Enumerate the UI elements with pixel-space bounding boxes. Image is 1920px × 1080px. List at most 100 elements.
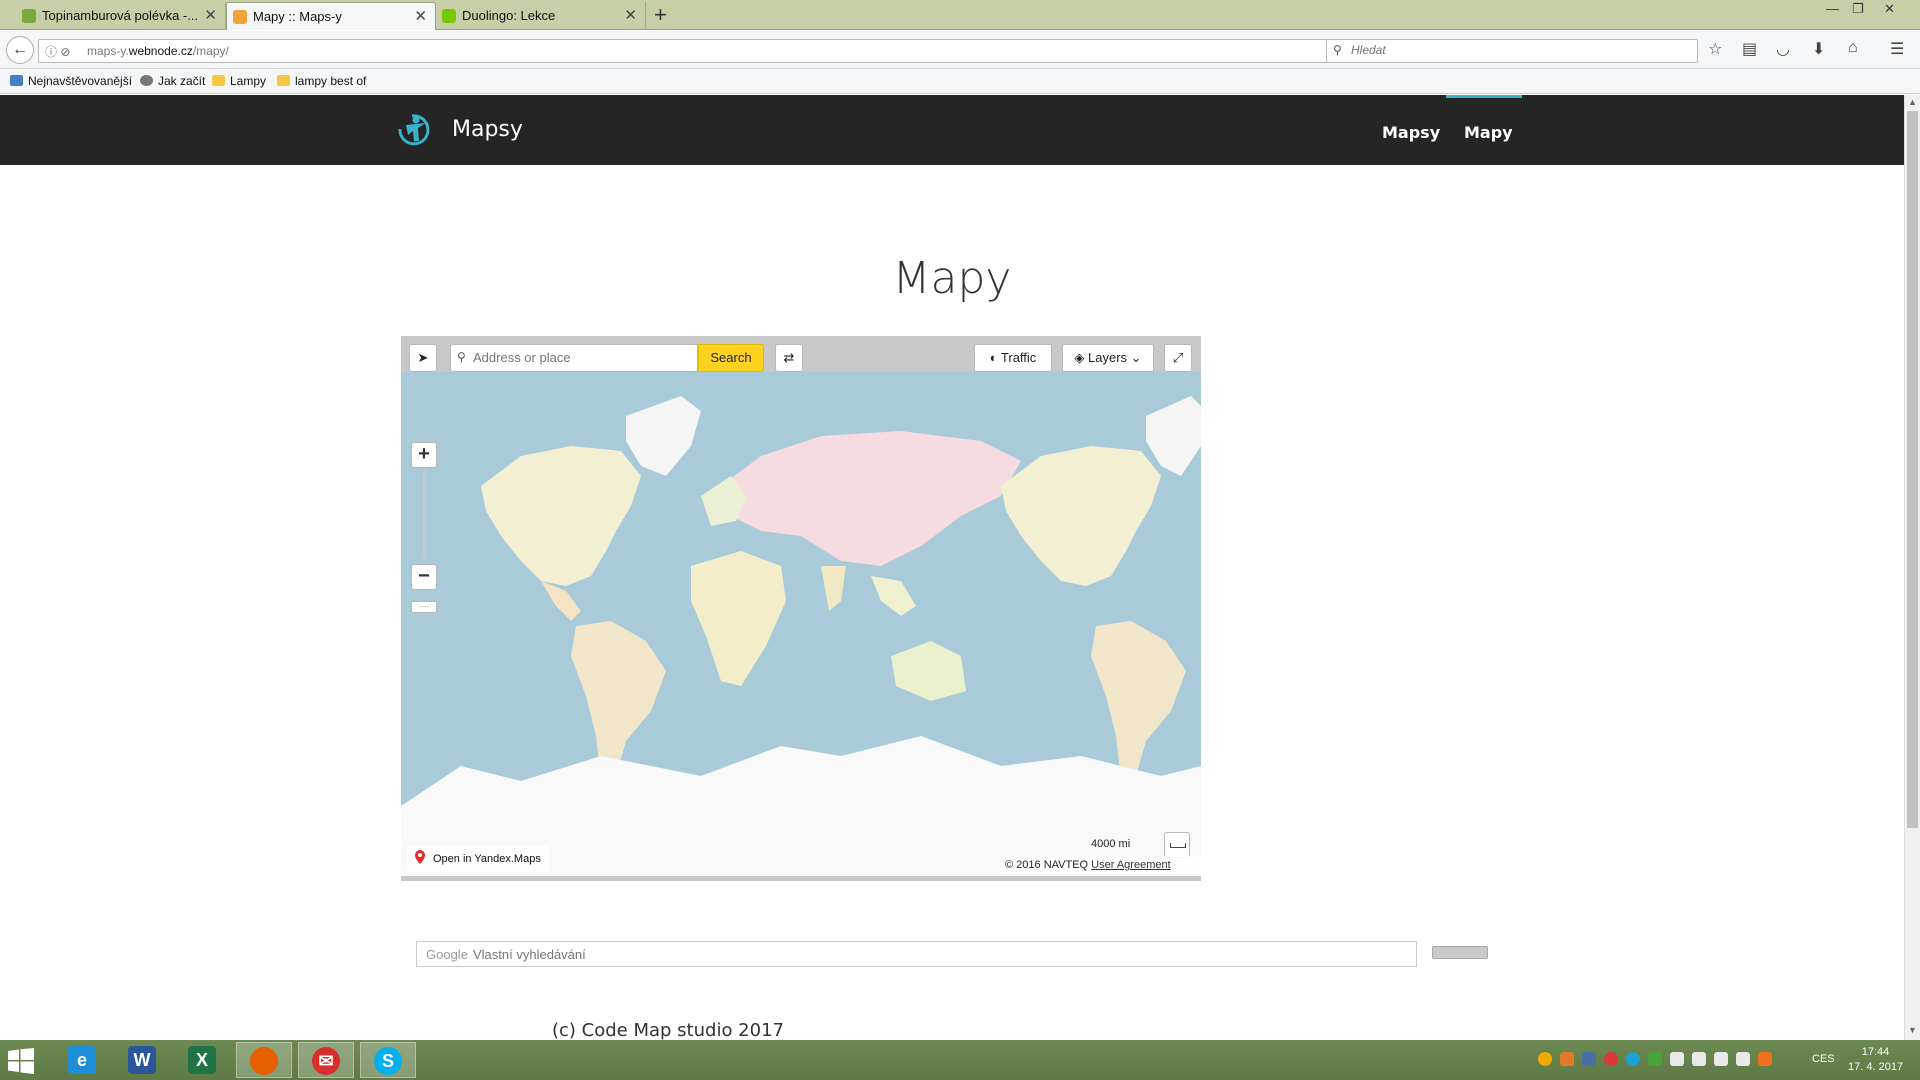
firefox-icon — [250, 1047, 278, 1075]
user-agreement-link[interactable]: User Agreement — [1091, 859, 1170, 871]
bookmark-item[interactable]: Nejnavštěvovanější — [10, 74, 132, 88]
zoom-ruler-button[interactable]: ···· — [411, 601, 437, 613]
custom-search-box[interactable]: Google — [416, 941, 1417, 967]
tray-arrow-icon[interactable] — [1560, 1052, 1574, 1066]
zoom-slider[interactable] — [423, 469, 426, 559]
browser-search-bar[interactable]: ⚲ — [1326, 39, 1698, 63]
internet-explorer-icon: e — [68, 1046, 96, 1074]
scroll-up-icon[interactable]: ▲ — [1908, 97, 1917, 107]
tray-battery-icon[interactable] — [1692, 1052, 1706, 1066]
tray-antivirus-icon[interactable] — [1604, 1052, 1618, 1066]
close-icon[interactable]: ✕ — [204, 2, 217, 30]
expand-icon: ⤢ — [1172, 350, 1184, 365]
windows-taskbar: e W X ✉ S CES 17:44 17. 4. 2017 — [0, 1040, 1920, 1080]
restore-icon[interactable]: ❐ — [1852, 0, 1864, 18]
layers-button[interactable]: ◈ Layers ⌄ — [1062, 344, 1154, 372]
bookmark-item[interactable]: Jak začít — [140, 74, 205, 88]
scroll-down-icon[interactable]: ▼ — [1908, 1025, 1917, 1035]
taskbar-app-excel[interactable]: X — [174, 1042, 230, 1078]
taskbar-app-mail[interactable]: ✉ — [298, 1042, 354, 1078]
system-clock[interactable]: 17:44 17. 4. 2017 — [1848, 1045, 1903, 1075]
fullscreen-button[interactable]: ⤢ — [1164, 344, 1192, 372]
zoom-out-button[interactable]: − — [411, 564, 437, 590]
layers-label: Layers — [1088, 350, 1128, 365]
search-icon: ⚲ — [1333, 43, 1342, 57]
tray-skype-icon[interactable] — [1626, 1052, 1640, 1066]
close-icon[interactable]: ✕ — [414, 3, 427, 30]
tab-title: Topinamburová polévka -... — [42, 8, 199, 23]
skype-icon: S — [374, 1047, 402, 1075]
home-icon[interactable]: ⌂ — [1848, 39, 1858, 57]
word-icon: W — [128, 1046, 156, 1074]
route-button[interactable]: ⇄ — [775, 344, 803, 372]
minimize-icon[interactable]: — — [1826, 0, 1839, 18]
site-brand[interactable]: Mapsy — [452, 117, 523, 142]
open-in-yandex-link[interactable]: Open in Yandex.Maps — [407, 846, 549, 872]
browser-tab-bar: Topinamburová polévka -... ✕ Mapy :: Map… — [0, 0, 1920, 30]
traffic-label: Traffic — [1000, 350, 1037, 365]
tab-favicon — [442, 9, 456, 23]
folder-icon — [277, 75, 290, 86]
ruler-button[interactable] — [1164, 832, 1190, 858]
tab-topinamburova[interactable]: Topinamburová polévka -... ✕ — [16, 2, 226, 30]
map-search-input[interactable] — [473, 350, 693, 365]
input-language[interactable]: CES — [1812, 1053, 1835, 1065]
tray-app-icon[interactable] — [1538, 1052, 1552, 1066]
bookmark-star-icon[interactable]: ☆ — [1708, 39, 1722, 59]
custom-search-button[interactable] — [1432, 946, 1488, 959]
taskbar-app-skype[interactable]: S — [360, 1042, 416, 1078]
browser-search-input[interactable] — [1351, 43, 1681, 57]
tray-app-icon[interactable] — [1758, 1052, 1772, 1066]
map-search-box[interactable]: ⚲ — [450, 344, 698, 372]
tab-duolingo[interactable]: Duolingo: Lekce ✕ — [436, 2, 646, 30]
navigation-arrow-icon: ➤ — [417, 350, 429, 365]
yandex-map[interactable]: ➤ ⚲ Search ⇄ ◐ Traffic ◈ Layers ⌄ ⤢ + − … — [401, 336, 1201, 881]
browser-nav-bar: ← ⓘ ⊘ maps-y.webnode.cz/mapy/ ↻ ⚲ ☆ ▤ ◡ … — [0, 31, 1920, 69]
tray-flag-icon[interactable] — [1670, 1052, 1684, 1066]
nav-link-mapy[interactable]: Mapy — [1464, 123, 1513, 142]
chevron-down-icon: ⌄ — [1127, 350, 1142, 365]
clock-time: 17:44 — [1861, 1046, 1890, 1058]
close-window-icon[interactable]: ✕ — [1884, 0, 1895, 18]
url-text: maps-y.webnode.cz/mapy/ — [87, 44, 229, 58]
page-scrollbar[interactable]: ▲ ▼ — [1904, 95, 1920, 1040]
map-search-button[interactable]: Search — [698, 344, 764, 372]
tab-favicon — [233, 10, 247, 24]
taskbar-app-ie[interactable]: e — [54, 1042, 110, 1078]
folder-icon — [212, 75, 225, 86]
bookmark-item[interactable]: lampy best of — [277, 74, 366, 88]
world-map-graphic[interactable] — [401, 336, 1201, 881]
bookmark-item[interactable]: Lampy — [212, 74, 266, 88]
footer-text: (c) Code Map studio 2017 — [552, 1020, 784, 1040]
excel-icon: X — [188, 1046, 216, 1074]
new-tab-button[interactable]: + — [654, 2, 667, 28]
taskbar-app-word[interactable]: W — [114, 1042, 170, 1078]
reading-list-icon[interactable]: ▤ — [1742, 39, 1757, 59]
site-logo-icon[interactable] — [392, 111, 434, 147]
windows-start-icon[interactable] — [8, 1048, 34, 1074]
pocket-icon[interactable]: ◡ — [1776, 39, 1790, 59]
taskbar-app-firefox[interactable] — [236, 1042, 292, 1078]
geolocation-button[interactable]: ➤ — [409, 344, 437, 372]
scrollbar-thumb[interactable] — [1907, 111, 1918, 828]
tab-title: Mapy :: Maps-y — [253, 9, 342, 24]
tray-volume-icon[interactable] — [1736, 1052, 1750, 1066]
bookmark-icon — [10, 75, 23, 86]
nav-link-mapsy[interactable]: Mapsy — [1382, 123, 1440, 142]
tray-signal-icon[interactable] — [1714, 1052, 1728, 1066]
menu-icon[interactable]: ☰ — [1890, 39, 1904, 59]
custom-search-input[interactable] — [473, 947, 1373, 962]
tab-mapy[interactable]: Mapy :: Maps-y ✕ — [226, 2, 436, 30]
tray-network-icon[interactable] — [1582, 1052, 1596, 1066]
tab-title: Duolingo: Lekce — [462, 8, 556, 23]
route-icon: ⇄ — [783, 350, 795, 365]
close-icon[interactable]: ✕ — [624, 2, 637, 30]
zoom-in-button[interactable]: + — [411, 442, 437, 468]
site-info-icon[interactable]: ⓘ ⊘ — [45, 43, 70, 60]
back-button[interactable]: ← — [6, 36, 34, 64]
traffic-button[interactable]: ◐ Traffic — [974, 344, 1052, 372]
tray-app-icon[interactable] — [1648, 1052, 1662, 1066]
download-icon[interactable]: ⬇ — [1812, 39, 1825, 59]
map-copyright: © 2016 NAVTEQ User Agreement — [1001, 856, 1201, 874]
url-bar[interactable]: ⓘ ⊘ maps-y.webnode.cz/mapy/ ↻ — [38, 39, 1353, 63]
